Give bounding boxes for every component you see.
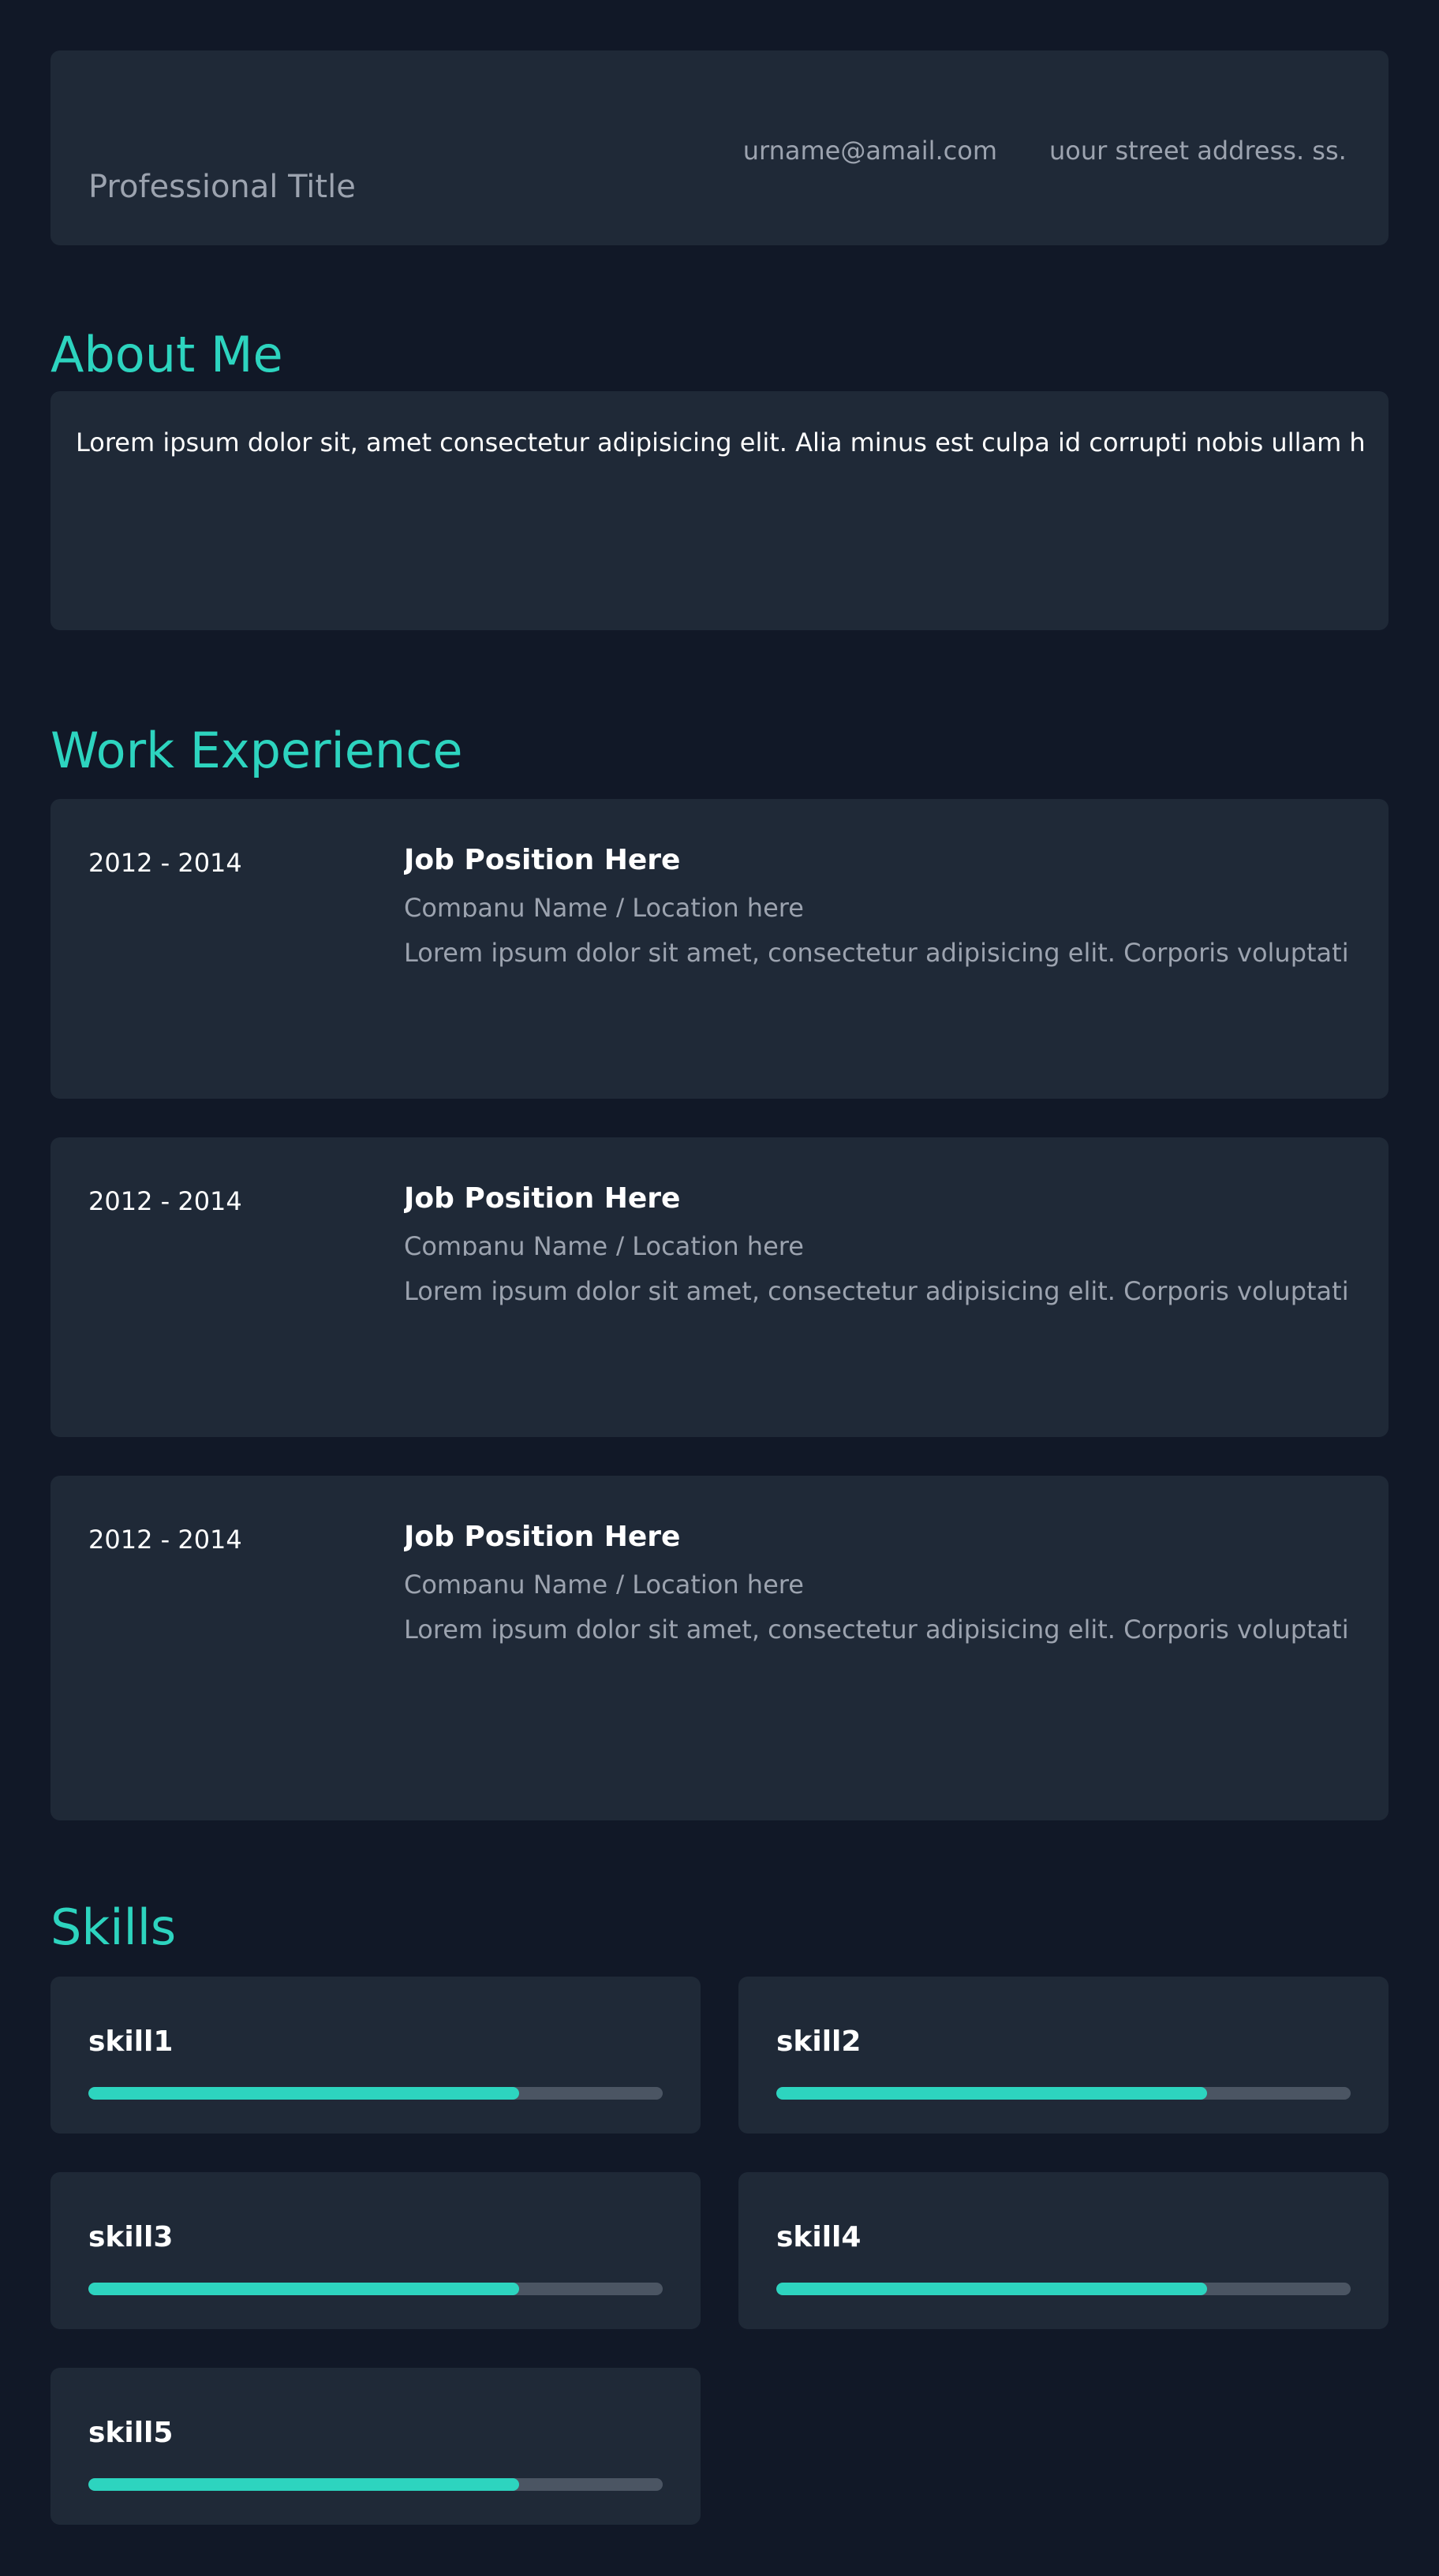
address-text: uour street address. ss. st: [1049, 136, 1351, 166]
job-card: 2012 - 2014 Job Position Here Companu Na…: [50, 1137, 1389, 1437]
skill-progress-bar: [88, 2283, 663, 2295]
skill-name: skill4: [776, 2221, 862, 2253]
job-position: Job Position Here: [404, 1183, 681, 1215]
job-company: Companu Name / Location here: [404, 1570, 804, 1594]
about-text: Lorem ipsum dolor sit, amet consectetur …: [76, 427, 1363, 457]
job-card: 2012 - 2014 Job Position Here Companu Na…: [50, 1476, 1389, 1820]
skill-progress-fill: [776, 2283, 1207, 2295]
contact-info: urname@amail.com uour street address. ss…: [743, 136, 1351, 166]
job-position: Job Position Here: [404, 845, 681, 876]
skill-card: skill1: [50, 1977, 701, 2134]
job-years: 2012 - 2014: [88, 1525, 242, 1555]
about-card: Lorem ipsum dolor sit, amet consectetur …: [50, 391, 1389, 630]
professional-title: Professional Title: [88, 169, 356, 205]
skill-progress-bar: [776, 2087, 1351, 2100]
skill-progress-bar: [88, 2478, 663, 2491]
job-details: Job Position Here Companu Name / Locatio…: [404, 1183, 1351, 1306]
skill-name: skill2: [776, 2025, 862, 2058]
job-description: Lorem ipsum dolor sit amet, consectetur …: [404, 938, 1351, 968]
job-details: Job Position Here Companu Name / Locatio…: [404, 845, 1351, 968]
skills-heading: Skills: [50, 1898, 177, 1956]
skill-card: skill2: [738, 1977, 1389, 2134]
job-card: 2012 - 2014 Job Position Here Companu Na…: [50, 799, 1389, 1099]
job-description: Lorem ipsum dolor sit amet, consectetur …: [404, 1276, 1351, 1306]
job-details: Job Position Here Companu Name / Locatio…: [404, 1521, 1351, 1645]
job-company: Companu Name / Location here: [404, 894, 804, 917]
skill-progress-fill: [776, 2087, 1207, 2100]
skill-progress-fill: [88, 2478, 519, 2491]
skill-progress-fill: [88, 2283, 519, 2295]
job-years: 2012 - 2014: [88, 848, 242, 878]
job-position: Job Position Here: [404, 1521, 681, 1553]
work-experience-heading: Work Experience: [50, 722, 463, 779]
skill-card: skill3: [50, 2172, 701, 2329]
skill-progress-bar: [776, 2283, 1351, 2295]
skill-card: skill5: [50, 2368, 701, 2525]
job-description: Lorem ipsum dolor sit amet, consectetur …: [404, 1615, 1351, 1645]
job-years: 2012 - 2014: [88, 1186, 242, 1216]
skill-progress-bar: [88, 2087, 663, 2100]
about-heading: About Me: [50, 326, 283, 383]
skill-name: skill1: [88, 2025, 174, 2058]
skill-name: skill3: [88, 2221, 174, 2253]
skill-name: skill5: [88, 2417, 174, 2449]
email-text: urname@amail.com: [742, 136, 997, 166]
header-card: urname@amail.com uour street address. ss…: [50, 50, 1389, 245]
skill-card: skill4: [738, 2172, 1389, 2329]
job-company: Companu Name / Location here: [404, 1232, 804, 1256]
skill-progress-fill: [88, 2087, 519, 2100]
